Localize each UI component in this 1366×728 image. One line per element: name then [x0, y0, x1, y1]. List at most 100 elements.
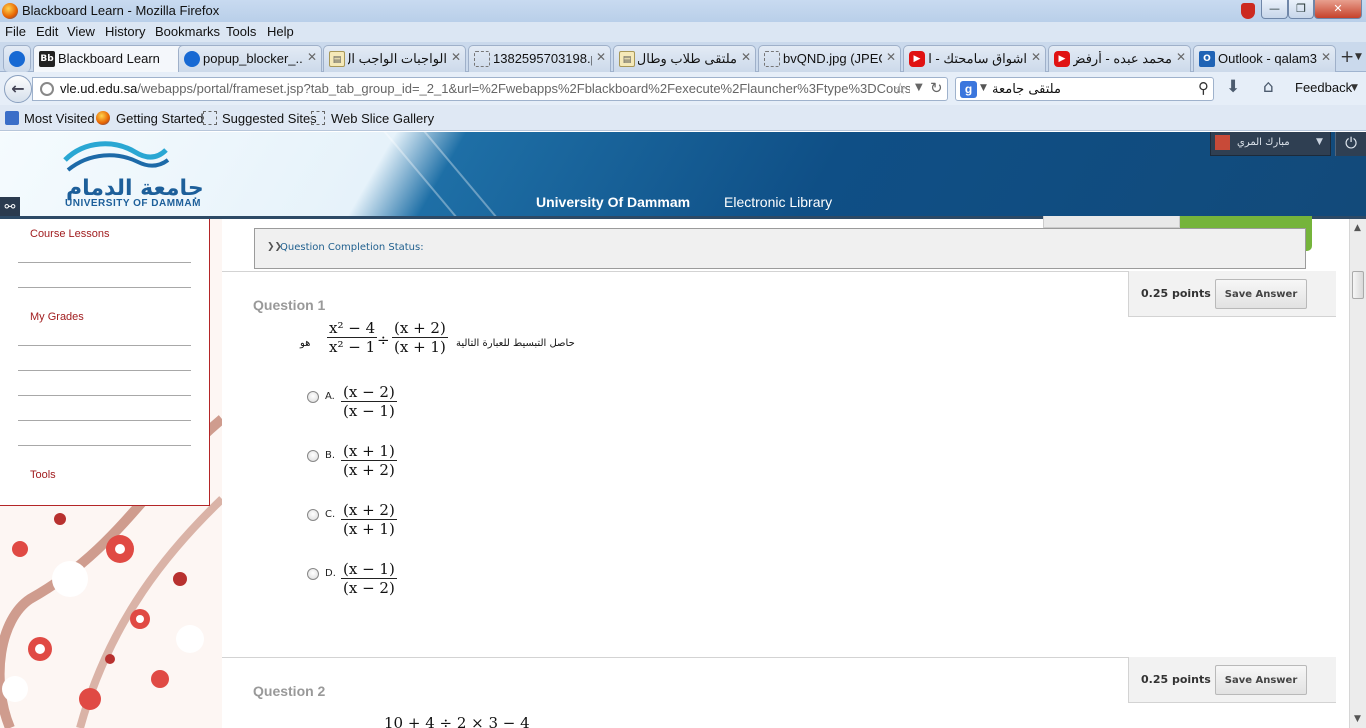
divider [18, 395, 191, 396]
reload-icon[interactable]: ↻ [930, 79, 943, 97]
close-tab-icon[interactable]: ✕ [886, 50, 896, 64]
search-engine-dropdown-icon[interactable]: ▼ [980, 83, 987, 93]
bb-icon: Bb [39, 51, 55, 67]
bookmark-star-icon[interactable]: ☆ [893, 79, 907, 98]
tab-label: Outlook - qalam3... [1218, 51, 1317, 66]
option-c-radio[interactable] [307, 509, 319, 521]
nav-electronic-library[interactable]: Electronic Library [724, 194, 832, 210]
tab-label: popup_blocker_... [203, 51, 303, 66]
divider [18, 420, 191, 421]
tab-youtube-2[interactable]: ▶ محمد عبده - أرفض... ✕ [1048, 45, 1191, 72]
tab-label: bvQND.jpg (JPEG... [783, 51, 882, 66]
fraction-numerator: x² − 4 [329, 319, 376, 337]
tab-youtube-1[interactable]: ▶ اشواق سامحتك - اش... ✕ [903, 45, 1046, 72]
url-history-dropdown-icon[interactable]: ▼ [915, 82, 923, 93]
tab-groups-button[interactable] [3, 45, 31, 72]
menu-view[interactable]: View [67, 24, 95, 39]
bookmark-web-slice-gallery[interactable]: Web Slice Gallery [331, 111, 434, 126]
close-tab-icon[interactable]: ✕ [1031, 50, 1041, 64]
divider [18, 370, 191, 371]
blank-page-icon [474, 51, 490, 67]
firefox-icon[interactable] [2, 3, 18, 19]
tab-strip: Bb Blackboard Learn ✕ popup_blocker_... … [0, 42, 1366, 72]
list-all-tabs-icon[interactable]: ▼ [1355, 52, 1362, 62]
sidebar-item-tools[interactable]: Tools [30, 469, 56, 481]
option-b-fraction: (x + 1) (x + 2) [341, 442, 397, 479]
search-bar[interactable]: g ▼ ⚲ [955, 77, 1214, 101]
tab-label: ملتقى طلاب وطال... [638, 51, 737, 66]
tab-outlook[interactable]: O Outlook - qalam3... ✕ [1193, 45, 1336, 72]
search-input[interactable] [992, 80, 1192, 98]
most-visited-icon [5, 111, 19, 125]
tab-forum[interactable]: ▤ ملتقى طلاب وطال... ✕ [613, 45, 756, 72]
option-d-letter: D. [325, 568, 336, 579]
back-button[interactable]: ← [4, 75, 32, 103]
option-d-radio[interactable] [307, 568, 319, 580]
scrollbar-thumb[interactable] [1352, 271, 1364, 299]
feedback-dropdown-icon[interactable]: ▼ [1351, 83, 1358, 93]
globe-icon [9, 51, 25, 67]
menu-file[interactable]: File [5, 24, 26, 39]
firefox-icon [96, 111, 110, 125]
close-window-button[interactable]: ✕ [1314, 0, 1362, 19]
option-a-letter: A. [325, 391, 335, 402]
tab-pdf-file[interactable]: 1382595703198.p... ✕ [468, 45, 611, 72]
bookmark-most-visited[interactable]: Most Visited [24, 111, 95, 126]
menu-help[interactable]: Help [267, 24, 294, 39]
close-tab-icon[interactable]: ✕ [451, 50, 461, 64]
menu-bar: File Edit View History Bookmarks Tools H… [0, 22, 1366, 42]
close-tab-icon[interactable]: ✕ [596, 50, 606, 64]
window-title: Blackboard Learn - Mozilla Firefox [22, 3, 220, 18]
downloads-icon[interactable]: ⬇ [1226, 77, 1240, 97]
menu-edit[interactable]: Edit [36, 24, 58, 39]
sidebar-item-course-lessons[interactable]: Course Lessons [30, 228, 110, 240]
new-tab-button[interactable]: + [1340, 47, 1354, 67]
header-decoration [382, 132, 480, 216]
search-engine-icon[interactable]: g [960, 81, 977, 98]
question-1-points: 0.25 points [1141, 287, 1211, 300]
user-name: مبارك المري [1237, 137, 1290, 148]
tab-assignments[interactable]: ▤ الواجبات الواجب ال... ✕ [323, 45, 466, 72]
divider [18, 445, 191, 446]
sidebar-item-my-grades[interactable]: My Grades [30, 311, 84, 323]
user-menu[interactable]: مبارك المري ▼ [1210, 132, 1331, 156]
option-c-letter: C. [325, 509, 336, 520]
menu-bookmarks[interactable]: Bookmarks [155, 24, 220, 39]
nav-university-of-dammam[interactable]: University Of Dammam [536, 194, 690, 210]
close-tab-icon[interactable]: ✕ [1321, 50, 1331, 64]
home-icon[interactable]: ⌂ [1263, 77, 1274, 97]
feedback-button[interactable]: Feedback [1295, 80, 1352, 95]
option-b-radio[interactable] [307, 450, 319, 462]
vertical-scrollbar[interactable]: ▲ ▼ [1349, 219, 1366, 728]
submission-panel-tab [1043, 216, 1180, 228]
question-1-save-answer-button[interactable]: Save Answer [1215, 279, 1307, 309]
menu-tools[interactable]: Tools [226, 24, 256, 39]
menu-history[interactable]: History [105, 24, 145, 39]
fraction-numerator: (x − 2) [343, 383, 395, 401]
bookmark-suggested-sites[interactable]: Suggested Sites [222, 111, 317, 126]
logout-power-icon[interactable]: ⏻ [1335, 132, 1366, 156]
site-identity-icon[interactable] [40, 82, 54, 96]
close-tab-icon[interactable]: ✕ [741, 50, 751, 64]
url-bar[interactable]: vle.ud.edu.sa/webapps/portal/frameset.js… [32, 77, 948, 101]
security-shield-icon[interactable] [1241, 3, 1255, 19]
scroll-down-icon[interactable]: ▼ [1354, 714, 1361, 724]
tab-popup-blocker[interactable]: popup_blocker_... ✕ [178, 45, 322, 72]
bookmark-getting-started[interactable]: Getting Started [116, 111, 203, 126]
university-logo-english: UNIVERSITY OF DAMMAM [65, 198, 201, 209]
scroll-up-icon[interactable]: ▲ [1354, 223, 1361, 233]
fraction-numerator: (x + 1) [343, 442, 395, 460]
question-1-expression-left: x² − 4 x² − 1 [327, 319, 378, 356]
option-a-radio[interactable] [307, 391, 319, 403]
question-2-save-answer-button[interactable]: Save Answer [1215, 665, 1307, 695]
maximize-button[interactable]: ❐ [1288, 0, 1314, 19]
tab-jpeg-image[interactable]: bvQND.jpg (JPEG... ✕ [758, 45, 901, 72]
close-tab-icon[interactable]: ✕ [307, 50, 317, 64]
minimize-button[interactable]: — [1261, 0, 1288, 19]
search-magnifier-icon[interactable]: ⚲ [1198, 79, 1209, 97]
close-tab-icon[interactable]: ✕ [1176, 50, 1186, 64]
question-completion-status[interactable]: ❯❯ Question Completion Status: [254, 228, 1306, 269]
fraction-denominator: (x − 2) [343, 579, 395, 597]
url-text[interactable]: vle.ud.edu.sa/webapps/portal/frameset.js… [60, 81, 910, 96]
tab-label: الواجبات الواجب ال... [348, 51, 447, 66]
